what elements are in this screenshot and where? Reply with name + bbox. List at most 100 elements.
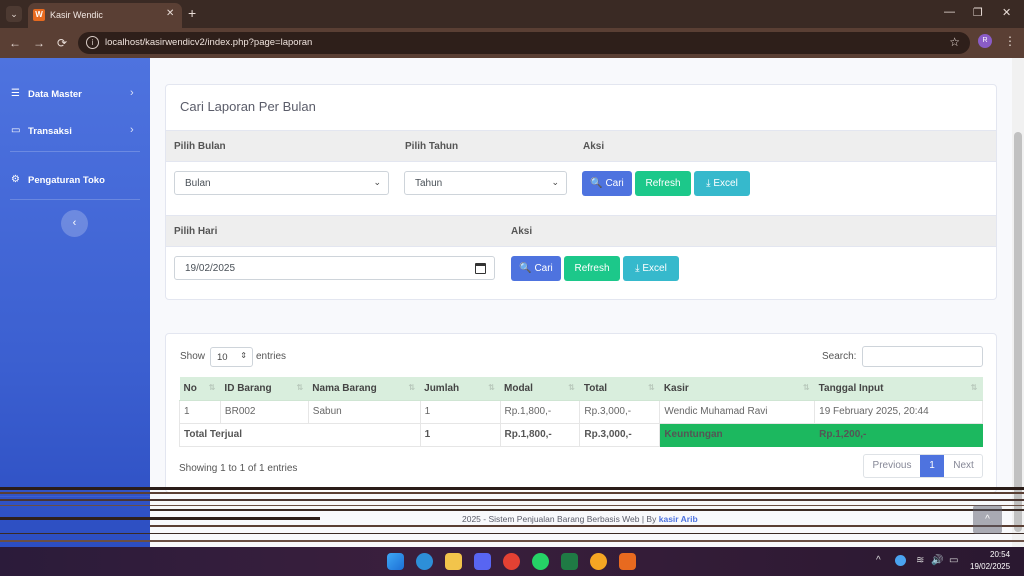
total-terjual-label: Total Terjual (179, 422, 421, 447)
restore-icon[interactable]: ❐ (973, 6, 983, 19)
month-select[interactable]: Bulan ⌄ (174, 171, 389, 195)
report-table: No ⇅ ID Barang ⇅ Nama Barang ⇅ Jumlah ⇅ Moda… (179, 377, 983, 447)
download-icon: ⤓ (706, 178, 711, 189)
sort-icon: ⇅ (568, 383, 575, 392)
sidebar-item-transaksi[interactable]: ▭ Transaksi › (0, 119, 150, 145)
footer-author-link[interactable]: kasir Arib (659, 514, 698, 524)
cell-modal: Rp.1,800,- (499, 399, 581, 424)
sidebar-item-pengaturan-toko[interactable]: ⚙ Pengaturan Toko (0, 168, 150, 194)
col-header-total[interactable]: Total ⇅ (579, 377, 660, 401)
daily-search-button[interactable]: 🔍 Cari (511, 256, 561, 281)
col-header-id-barang[interactable]: ID Barang ⇅ (220, 377, 309, 401)
chrome-profile-icon[interactable] (590, 553, 607, 570)
table-header-row: No ⇅ ID Barang ⇅ Nama Barang ⇅ Jumlah ⇅ Moda… (179, 377, 983, 401)
pagination: Previous 1 Next (863, 454, 983, 478)
cell-no: 1 (179, 399, 221, 424)
monthly-header-band: Pilih Bulan Pilih Tahun Aksi (166, 130, 996, 162)
new-tab-icon[interactable]: + (188, 5, 196, 21)
windows-start-icon[interactable] (387, 553, 404, 570)
browser-tab[interactable]: W Kasir Wendic ✕ (28, 3, 182, 28)
col-header-modal[interactable]: Modal ⇅ (500, 377, 580, 401)
download-icon: ⤓ (635, 263, 640, 274)
scrollbar-thumb[interactable] (1014, 132, 1022, 532)
bookmark-star-icon[interactable]: ☆ (949, 35, 960, 49)
back-icon[interactable]: ← (9, 36, 21, 50)
sidebar-item-data-master[interactable]: ☰ Data Master › (0, 82, 150, 108)
cogs-icon: ⚙ (11, 174, 20, 185)
clock-date[interactable]: 19/02/2025 (970, 562, 1010, 571)
col-header-nama-barang[interactable]: Nama Barang ⇅ (308, 377, 421, 401)
xampp-icon[interactable] (619, 553, 636, 570)
battery-icon[interactable]: ▭ (949, 555, 958, 566)
monthly-search-button[interactable]: 🔍 Cari (582, 171, 632, 196)
daily-refresh-button[interactable]: Refresh (564, 256, 620, 281)
database-icon: ☰ (11, 88, 20, 99)
profile-avatar[interactable]: R (978, 34, 992, 48)
pagination-page-1[interactable]: 1 (920, 455, 944, 477)
minimize-icon[interactable]: — (944, 6, 955, 18)
favicon-icon: W (33, 9, 45, 21)
monthly-excel-label: Excel (713, 178, 738, 189)
report-search-card: Cari Laporan Per Bulan Pilih Bulan Pilih… (165, 84, 997, 300)
url-text[interactable]: localhost/kasirwendicv2/index.php?page=l… (105, 37, 312, 48)
cell-tanggal-input: 19 February 2025, 20:44 (814, 399, 983, 424)
excel-app-icon[interactable] (561, 553, 578, 570)
monthly-excel-button[interactable]: ⤓ Excel (694, 171, 750, 196)
tab-search-icon[interactable]: ⌄ (6, 6, 22, 22)
date-input[interactable]: 19/02/2025 (174, 256, 495, 280)
desktop-icon: ▭ (11, 125, 21, 136)
edge-icon[interactable] (416, 553, 433, 570)
calendar-icon[interactable] (475, 263, 486, 274)
day-label: Pilih Hari (174, 226, 218, 237)
whatsapp-icon[interactable] (532, 553, 549, 570)
forward-icon[interactable]: → (33, 36, 45, 50)
sidebar-toggle-button[interactable]: ‹ (61, 210, 88, 237)
col-header-kasir[interactable]: Kasir ⇅ (659, 377, 815, 401)
daily-excel-button[interactable]: ⤓ Excel (623, 256, 679, 281)
table-info: Showing 1 to 1 of 1 entries (179, 463, 298, 474)
page-scrollbar[interactable] (1012, 58, 1024, 548)
table-search-input[interactable] (862, 346, 983, 367)
chrome-icon[interactable] (503, 553, 520, 570)
sort-icon: ⇅ (208, 383, 216, 392)
tab-title: Kasir Wendic (50, 10, 103, 20)
tab-close-icon[interactable]: ✕ (166, 8, 174, 19)
clock-time[interactable]: 20:54 (990, 550, 1010, 559)
volume-icon[interactable]: 🔊 (931, 555, 943, 566)
chevron-right-icon: › (130, 124, 134, 136)
page-length-select[interactable]: 10 ⇕ (210, 347, 253, 367)
pagination-next[interactable]: Next (944, 455, 983, 477)
page-length-value: 10 (217, 352, 228, 363)
discord-icon[interactable] (474, 553, 491, 570)
tray-app-icon[interactable] (895, 555, 906, 566)
cell-total: Rp.3,000,- (579, 399, 661, 424)
reload-icon[interactable]: ⟳ (57, 36, 67, 50)
pagination-previous[interactable]: Previous (864, 455, 920, 477)
col-header-tanggal-input[interactable]: Tanggal Input ⇅ (814, 377, 983, 401)
chevron-updown-icon: ⇕ (240, 351, 247, 360)
sort-icon: ⇅ (970, 383, 978, 392)
year-select[interactable]: Tahun ⌄ (404, 171, 567, 195)
cell-id-barang: BR002 (219, 399, 309, 424)
monthly-refresh-button[interactable]: Refresh (635, 171, 691, 196)
total-total: Rp.3,000,- (579, 422, 661, 447)
address-bar[interactable]: i localhost/kasirwendicv2/index.php?page… (78, 32, 970, 54)
browser-menu-icon[interactable]: ⋮ (1004, 34, 1016, 48)
sort-icon: ⇅ (296, 383, 304, 392)
daily-header-band: Pilih Hari Aksi (166, 215, 996, 247)
col-header-no[interactable]: No ⇅ (179, 377, 221, 401)
file-explorer-icon[interactable] (445, 553, 462, 570)
scroll-to-top-button[interactable]: ^ (973, 505, 1002, 534)
browser-tab-bar: ⌄ W Kasir Wendic ✕ + — ❐ ✕ (0, 0, 1024, 28)
wifi-icon[interactable]: ≋ (916, 555, 924, 566)
sort-icon: ⇅ (648, 383, 655, 392)
tray-chevron-icon[interactable]: ^ (876, 555, 881, 566)
col-header-jumlah[interactable]: Jumlah ⇅ (420, 377, 500, 401)
sidebar-item-label: Transaksi (28, 126, 72, 137)
window-close-icon[interactable]: ✕ (1002, 6, 1011, 19)
chevron-down-icon: ⌄ (373, 177, 381, 187)
chevron-down-icon: ⌄ (551, 177, 559, 187)
sidebar-divider (10, 151, 140, 152)
year-select-value: Tahun (415, 178, 443, 189)
site-info-icon[interactable]: i (86, 36, 99, 49)
